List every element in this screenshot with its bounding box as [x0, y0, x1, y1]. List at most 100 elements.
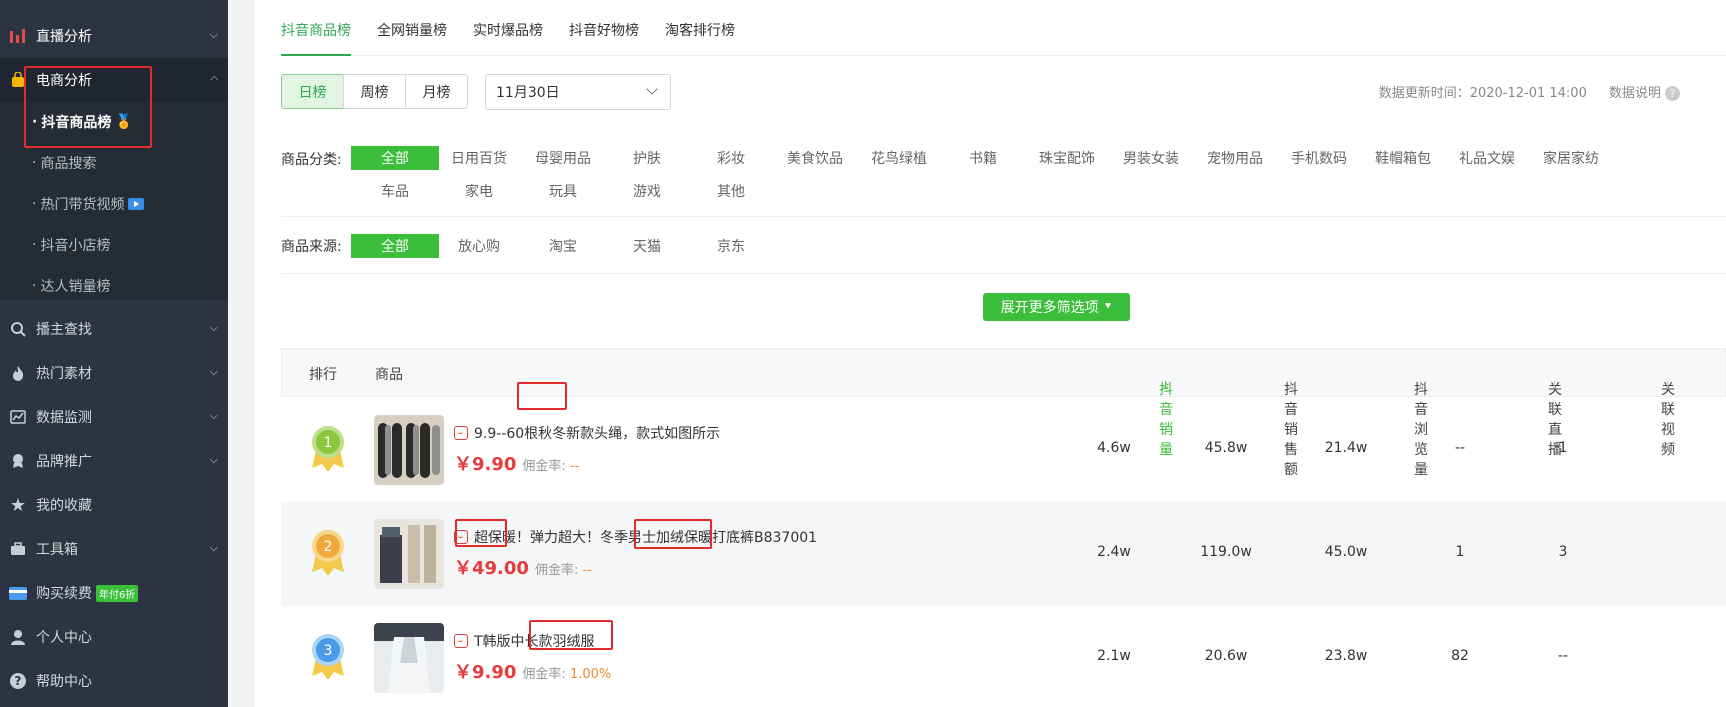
category-chip[interactable]: 护肤: [603, 146, 691, 170]
sidebar-subitem-label: 热门带货视频: [40, 197, 125, 213]
category-chip[interactable]: 鞋帽箱包: [1359, 146, 1447, 170]
tab-taoke-rank[interactable]: 淘客排行榜: [665, 0, 735, 56]
question-icon[interactable]: ?: [1665, 86, 1680, 101]
date-select[interactable]: 11月30日: [485, 74, 671, 110]
sidebar: 直播分析 ⌵ 电商分析 ⌵ · 抖音商品榜 🏅 · 商品搜索 · 热门带货视频 · 抖音…: [0, 0, 228, 707]
highlight-box: [24, 66, 152, 148]
sidebar-item-label: 播主查找: [36, 322, 92, 338]
cell-video: 1: [1558, 440, 1568, 456]
category-chip[interactable]: 花鸟绿植: [855, 146, 943, 170]
period-weekly-button[interactable]: 周榜: [343, 74, 406, 109]
sidebar-item-data-monitor[interactable]: 数据监测 ⌵: [0, 395, 228, 439]
table-row[interactable]: 3 T韩版中长款羽绒服 ￥9.90 佣金率: 1.00% 2.1w 20.6w 2…: [281, 606, 1726, 707]
double-chevron-down-icon: ⯆: [1103, 300, 1113, 313]
table-row[interactable]: 1 9.9--60根秋冬新款头绳，款式如图所示 ￥9.90 佣金率: -- 4.6…: [281, 382, 1726, 502]
highlight-box: [455, 519, 507, 547]
category-chip[interactable]: 日用百货: [435, 146, 523, 170]
rank-number: 2: [324, 539, 333, 555]
divider: [281, 273, 1726, 274]
data-note-link[interactable]: 数据说明: [1609, 86, 1661, 101]
tab-all-network-sales[interactable]: 全网销量榜: [377, 0, 447, 56]
date-select-value: 11月30日: [496, 85, 560, 101]
tab-douyin-good-items[interactable]: 抖音好物榜: [569, 0, 639, 56]
sidebar-subitem-talent-sales[interactable]: · 达人销量榜: [32, 266, 110, 306]
sidebar-item-toolbox[interactable]: 工具箱 ⌵: [0, 527, 228, 571]
cell-revenue: 45.8w: [1204, 440, 1248, 456]
category-chip[interactable]: 手机数码: [1275, 146, 1363, 170]
sort-down-icon: ↓: [1286, 379, 1296, 392]
sidebar-item-label: 我的收藏: [36, 498, 92, 514]
discount-badge: 年付6折: [96, 584, 139, 602]
sidebar-item-brand-promotion[interactable]: 品牌推广 ⌵: [0, 439, 228, 483]
table-row[interactable]: 2 超保暖！弹力超大！冬季男士加绒保暖打底裤B837001 ￥49.00 佣金率:…: [281, 502, 1726, 606]
shop-bag-icon: [454, 426, 468, 440]
chevron-down-icon: ⌵: [209, 541, 218, 554]
product-thumbnail[interactable]: [374, 623, 444, 693]
commission-value: --: [569, 459, 580, 474]
sidebar-item-hot-materials[interactable]: 热门素材 ⌵: [0, 351, 228, 395]
cell-live: --: [1454, 440, 1466, 456]
expand-filters-button[interactable]: 展开更多筛选项 ⯆: [983, 293, 1130, 321]
category-chip[interactable]: 书籍: [939, 146, 1027, 170]
category-chip[interactable]: 其他: [687, 179, 775, 203]
category-chip[interactable]: 珠宝配饰: [1023, 146, 1111, 170]
divider: [281, 216, 1726, 217]
badge-icon: [8, 451, 28, 471]
sidebar-subitem-hot-videos[interactable]: · 热门带货视频: [32, 184, 145, 224]
sidebar-item-streamer-search[interactable]: 播主查找 ⌵: [0, 307, 228, 351]
category-chip[interactable]: 全部: [351, 146, 439, 170]
category-chip[interactable]: 母婴用品: [519, 146, 607, 170]
cell-views: 21.4w: [1324, 440, 1368, 456]
category-chip[interactable]: 游戏: [603, 179, 691, 203]
highlight-box: [634, 519, 712, 549]
shop-bag-icon: [454, 634, 468, 648]
sidebar-item-purchase[interactable]: 购买续费 年付6折: [0, 571, 228, 615]
sidebar-item-profile[interactable]: 个人中心: [0, 615, 228, 659]
period-selector: 日榜 周榜 月榜: [281, 74, 468, 109]
rank-tabs: 抖音商品榜 全网销量榜 实时爆品榜 抖音好物榜 淘客排行榜: [281, 0, 1726, 56]
source-chip[interactable]: 全部: [351, 234, 439, 258]
source-chip[interactable]: 京东: [687, 234, 775, 258]
commission-value: --: [582, 563, 592, 578]
product-title: 9.9--60根秋冬新款头绳，款式如图所示: [474, 426, 721, 442]
category-chip[interactable]: 家居家纺: [1527, 146, 1615, 170]
category-chip[interactable]: 礼品文娱: [1443, 146, 1531, 170]
sidebar-item-live-analysis[interactable]: 直播分析 ⌵: [0, 14, 228, 58]
product-title-line[interactable]: 9.9--60根秋冬新款头绳，款式如图所示: [454, 423, 720, 443]
product-thumbnail[interactable]: [374, 519, 444, 589]
cell-sales: 2.4w: [1097, 544, 1131, 560]
cell-views: 45.0w: [1324, 544, 1368, 560]
cell-revenue: 119.0w: [1200, 544, 1252, 560]
commission-value: 1.00%: [569, 667, 612, 682]
sidebar-subitem-product-search[interactable]: · 商品搜索: [32, 143, 96, 183]
commission-label: 佣金率:: [522, 667, 566, 682]
sidebar-item-favorites[interactable]: ★ 我的收藏: [0, 483, 228, 527]
source-chip[interactable]: 淘宝: [519, 234, 607, 258]
header-rank: 排行: [309, 367, 337, 383]
sidebar-item-label: 数据监测: [36, 410, 92, 426]
period-daily-button[interactable]: 日榜: [281, 74, 344, 109]
category-chip[interactable]: 彩妆: [687, 146, 775, 170]
source-chip[interactable]: 放心购: [435, 234, 523, 258]
source-chip[interactable]: 天猫: [603, 234, 691, 258]
category-chip[interactable]: 家电: [435, 179, 523, 203]
sidebar-subitem-shop-rank[interactable]: · 抖音小店榜: [32, 225, 110, 265]
category-chip[interactable]: 美食饮品: [771, 146, 859, 170]
category-chip[interactable]: 宠物用品: [1191, 146, 1279, 170]
expand-filters-label: 展开更多筛选项: [1000, 300, 1099, 316]
product-thumbnail[interactable]: [374, 415, 444, 485]
category-chip[interactable]: 男装女装: [1107, 146, 1195, 170]
period-monthly-button[interactable]: 月榜: [405, 74, 468, 109]
category-chip[interactable]: 车品: [351, 179, 439, 203]
tab-realtime-hot[interactable]: 实时爆品榜: [473, 0, 543, 56]
app-window: 直播分析 ⌵ 电商分析 ⌵ · 抖音商品榜 🏅 · 商品搜索 · 热门带货视频 · 抖音…: [0, 0, 1726, 707]
commission-label: 佣金率:: [522, 459, 566, 474]
video-icon: [128, 198, 145, 210]
sort-down-icon: ↓: [1550, 379, 1560, 392]
category-chip[interactable]: 玩具: [519, 179, 607, 203]
tab-douyin-product-rank[interactable]: 抖音商品榜: [281, 0, 351, 56]
sidebar-item-help[interactable]: ? 帮助中心: [0, 659, 228, 703]
cell-views: 23.8w: [1324, 648, 1368, 664]
product-price: ￥9.90: [454, 454, 517, 475]
toolbox-icon: [8, 539, 28, 559]
